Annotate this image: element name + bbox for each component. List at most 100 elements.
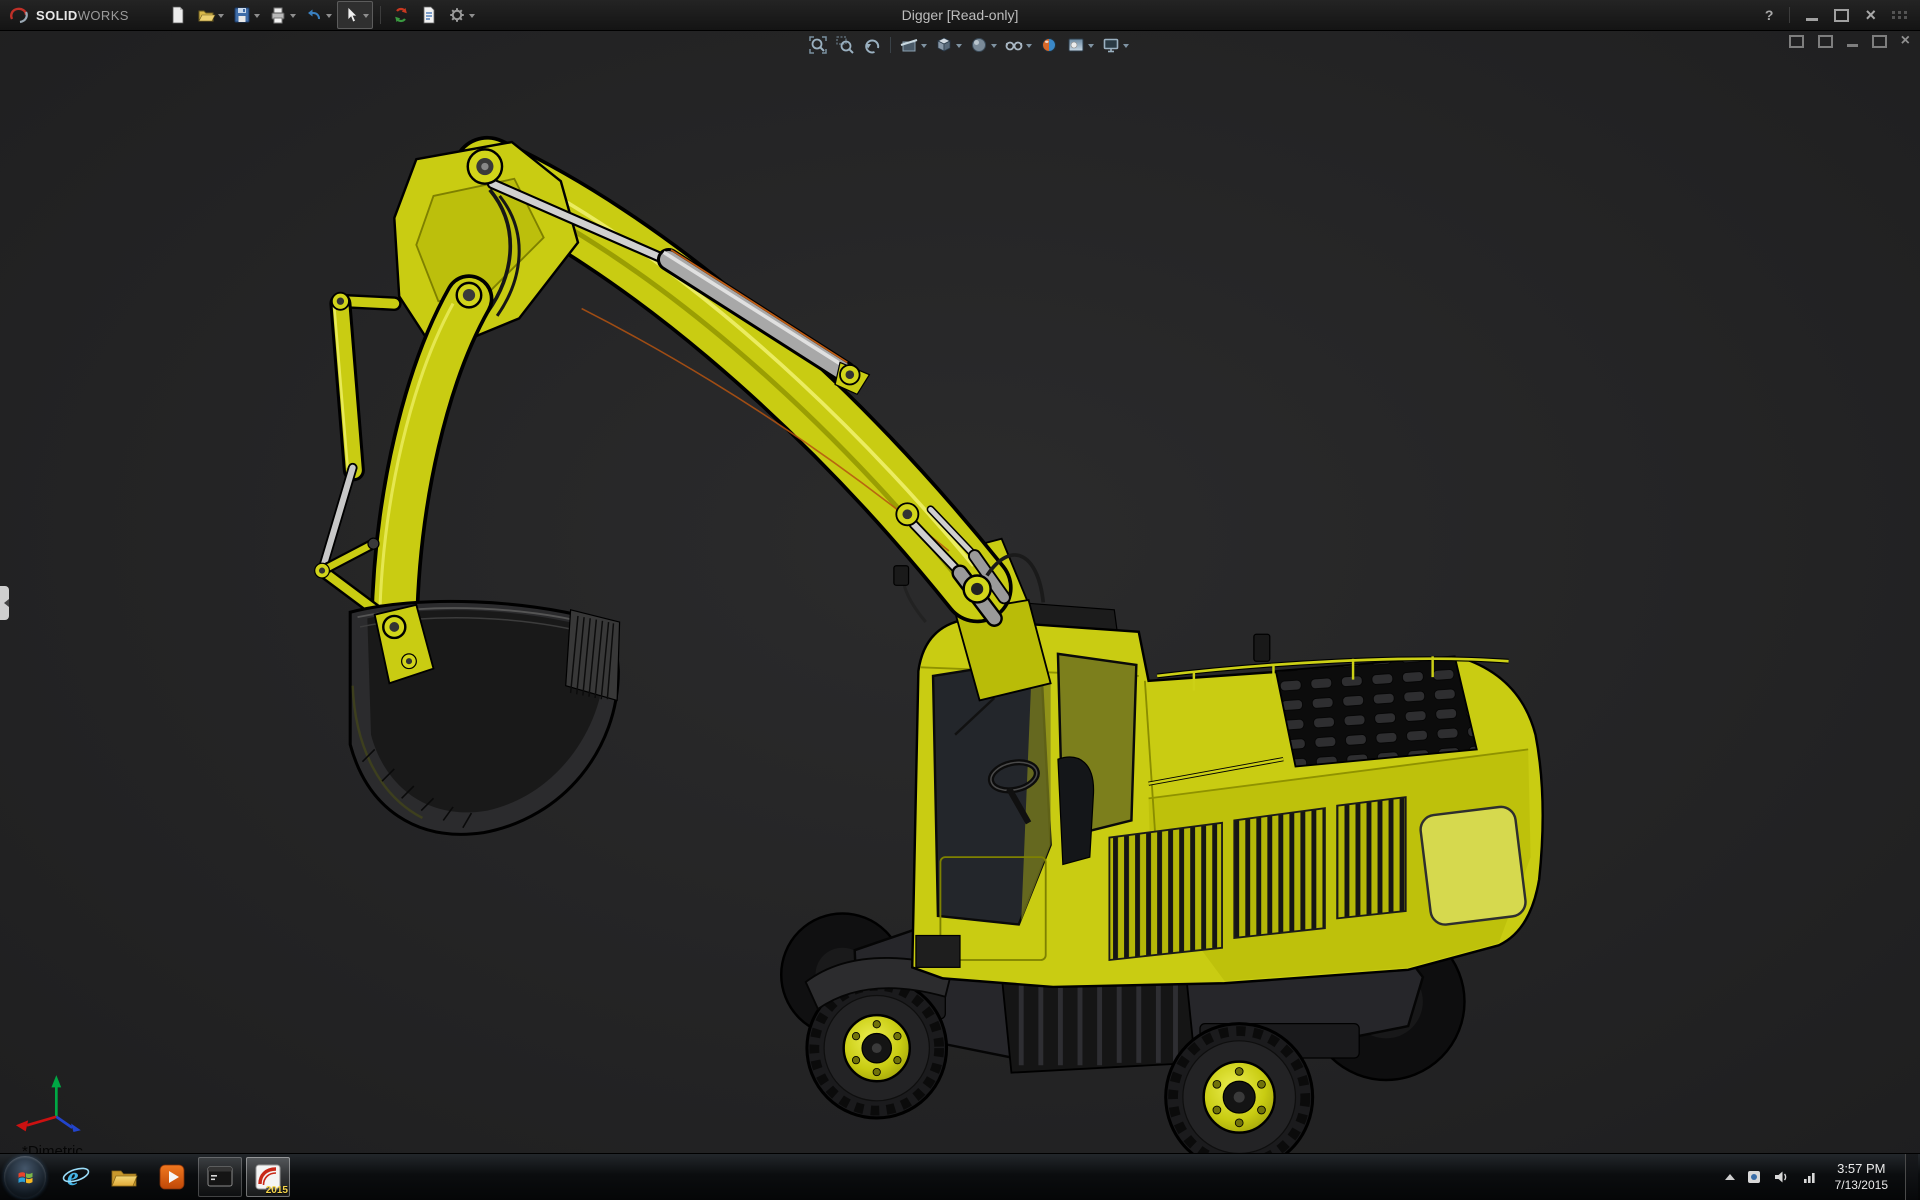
command-prompt-button[interactable] (198, 1157, 242, 1197)
select-cursor-icon (347, 6, 358, 23)
previous-view-icon (865, 39, 880, 54)
dropdown-caret (1123, 43, 1129, 51)
doc-close-button[interactable]: × (1901, 33, 1910, 49)
front-right-wheel[interactable] (1164, 1022, 1315, 1173)
zoom-to-area-button[interactable] (833, 34, 857, 56)
new-document-button[interactable] (165, 2, 191, 28)
help-button[interactable]: ? (1765, 7, 1774, 23)
solidworks-version-badge: 2015 (265, 1185, 288, 1196)
featuremanager-expand-tab[interactable] (0, 586, 9, 620)
save-button[interactable] (229, 2, 263, 28)
apply-scene-icon (1068, 38, 1084, 52)
media-player-icon (159, 1164, 185, 1190)
display-style-icon (972, 38, 986, 52)
dropdown-caret (325, 13, 332, 21)
corner-grip-icon (1892, 11, 1908, 19)
side-grille-3[interactable] (1336, 796, 1407, 920)
open-folder-icon (198, 10, 216, 22)
zoom-to-area-icon (836, 36, 854, 54)
doc-restore-button[interactable] (1871, 34, 1887, 48)
previous-view-button[interactable] (860, 34, 884, 56)
viewport-3d[interactable] (0, 0, 1920, 1200)
view-settings-button[interactable] (1099, 34, 1131, 56)
titlebar: SOLIDWORKS Digger [Read-only] ? × (0, 0, 1920, 31)
exhaust (1253, 633, 1271, 662)
display-style-button[interactable] (967, 34, 999, 56)
view-orientation-button[interactable] (932, 34, 964, 56)
taskbar: e 2015 3:57 PM 7/13/2015 (0, 1153, 1920, 1200)
undo-icon (307, 9, 320, 20)
file-properties-button[interactable] (416, 2, 442, 28)
undo-button[interactable] (301, 2, 335, 28)
select-button[interactable] (336, 1, 373, 29)
doc-minimize-button[interactable] (1846, 43, 1858, 47)
volume-icon[interactable] (1773, 1169, 1790, 1185)
dropdown-caret (921, 43, 927, 51)
dropdown-caret (217, 13, 224, 21)
taskbar-clock[interactable]: 3:57 PM 7/13/2015 (1829, 1161, 1894, 1193)
dropdown-caret (289, 13, 296, 21)
window-title: Digger [Read-only] (901, 7, 1019, 23)
internet-explorer-icon: e (62, 1162, 90, 1191)
seat (1057, 756, 1095, 866)
rebuild-button[interactable] (388, 2, 414, 28)
clock-time: 3:57 PM (1837, 1160, 1886, 1176)
tray-app-icon[interactable] (1746, 1169, 1762, 1185)
restore-button[interactable] (1834, 8, 1850, 22)
media-player-button[interactable] (150, 1157, 194, 1197)
dropdown-caret (1026, 43, 1032, 51)
show-desktop-button[interactable] (1905, 1154, 1918, 1200)
dropdown-caret (991, 43, 997, 51)
dropdown-caret (253, 13, 260, 21)
rebuild-icon (395, 7, 407, 23)
side-grille-1[interactable] (1108, 821, 1223, 962)
file-explorer-button[interactable] (102, 1157, 146, 1197)
document-window-controls: × (1788, 33, 1910, 49)
print-button[interactable] (265, 2, 299, 28)
dropdown-caret (468, 13, 475, 21)
apply-scene-button[interactable] (1064, 34, 1096, 56)
solidworks-logo: SOLIDWORKS (0, 6, 139, 24)
dropdown-caret (1088, 43, 1094, 51)
section-view-icon (900, 39, 918, 52)
hide-show-items-button[interactable] (1002, 34, 1034, 56)
engine-top-grille[interactable] (1274, 655, 1478, 768)
zoom-to-fit-button[interactable] (806, 34, 830, 56)
separator (1789, 7, 1791, 23)
chevron-left-icon (0, 599, 9, 607)
minimize-button[interactable] (1806, 18, 1819, 21)
close-button[interactable]: × (1865, 6, 1876, 24)
taskbar-apps: e 2015 (54, 1157, 290, 1197)
edit-appearance-ball-icon (1042, 38, 1056, 52)
zoom-to-fit-icon (809, 36, 827, 54)
hidden-icons-chevron[interactable] (1724, 1169, 1735, 1180)
svg-text:e: e (67, 1162, 79, 1191)
network-icon[interactable] (1801, 1169, 1818, 1185)
clock-date: 7/13/2015 (1834, 1177, 1888, 1192)
hide-show-glasses-icon (1005, 41, 1023, 51)
print-icon (271, 7, 285, 24)
new-document-icon (172, 6, 184, 24)
open-button[interactable] (193, 2, 227, 28)
internet-explorer-button[interactable]: e (54, 1157, 98, 1197)
view-settings-monitor-icon (1103, 38, 1119, 53)
solidworks-window: SOLIDWORKS Digger [Read-only] ? × × *Dim… (0, 0, 1920, 1200)
solidworks-app-button[interactable]: 2015 (246, 1157, 290, 1197)
dassault-logo-icon (10, 7, 28, 24)
options-gear-icon (450, 8, 464, 22)
options-button[interactable] (444, 2, 478, 28)
counterweight-panel (1419, 805, 1527, 926)
section-view-button[interactable] (897, 34, 929, 56)
side-grille-2[interactable] (1233, 807, 1326, 939)
heads-up-view-toolbar (806, 34, 1131, 56)
edit-appearance-button[interactable] (1037, 34, 1061, 56)
toolbar-separator (379, 6, 381, 24)
command-prompt-icon (207, 1166, 233, 1187)
windows-flag-icon (18, 1171, 32, 1183)
view-orientation-cube-icon (937, 37, 951, 52)
start-button[interactable] (4, 1156, 46, 1198)
brand-text: SOLIDWORKS (36, 7, 129, 23)
window-controls: ? × (1765, 6, 1920, 24)
window-cascade-button[interactable] (1788, 34, 1804, 48)
window-tile-button[interactable] (1817, 34, 1833, 48)
